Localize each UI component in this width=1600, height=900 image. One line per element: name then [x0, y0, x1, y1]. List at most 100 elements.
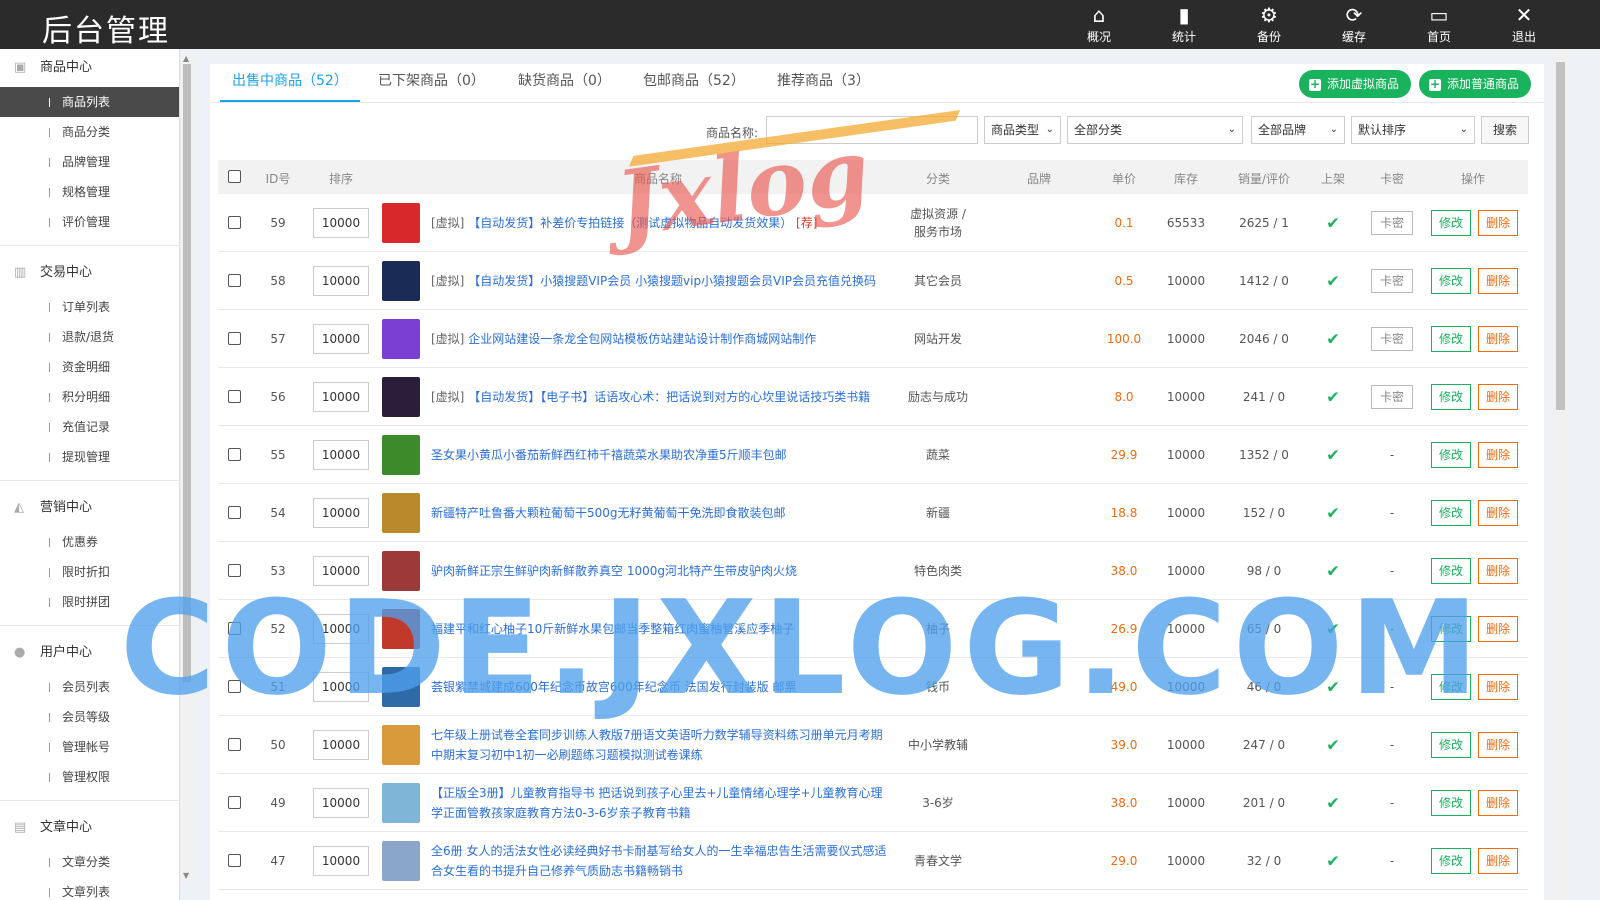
tab-free-shipping[interactable]: 包邮商品（52）: [643, 64, 745, 102]
sidebar-item-goods-category[interactable]: 商品分类: [0, 117, 179, 147]
row-checkbox[interactable]: [228, 390, 241, 403]
nav-home[interactable]: ▭ 首页: [1403, 0, 1475, 49]
delete-button[interactable]: 删除: [1478, 848, 1518, 874]
sidebar-group-trade[interactable]: ▥ 交易中心: [0, 254, 179, 292]
sort-input[interactable]: 10000: [313, 382, 369, 412]
on-shelf-check-icon[interactable]: ✔: [1318, 387, 1348, 406]
edit-button[interactable]: 修改: [1431, 732, 1471, 758]
brand-select[interactable]: 全部品牌 ⌄: [1251, 116, 1345, 144]
row-checkbox[interactable]: [228, 738, 241, 751]
sidebar-group-goods[interactable]: ▣ 商品中心: [0, 49, 179, 87]
on-shelf-check-icon[interactable]: ✔: [1318, 851, 1348, 870]
sidebar-item-funds[interactable]: 资金明细: [0, 352, 179, 382]
row-checkbox[interactable]: [228, 448, 241, 461]
goods-thumbnail[interactable]: [382, 493, 420, 533]
scroll-down-icon[interactable]: ▼: [183, 871, 189, 880]
goods-name-link[interactable]: 全6册 女人的活法女性必读经典好书卡耐基写给女人的一生幸福忠告生活需要仪式感适合…: [431, 841, 891, 881]
delete-button[interactable]: 删除: [1478, 326, 1518, 352]
nav-cache[interactable]: ⟳ 缓存: [1318, 0, 1390, 49]
sort-input[interactable]: 10000: [313, 440, 369, 470]
row-checkbox[interactable]: [228, 332, 241, 345]
tab-off-shelf[interactable]: 已下架商品（0）: [378, 64, 485, 102]
goods-name-link[interactable]: [虚拟] 企业网站建设一条龙全包网站模板仿站建站设计制作商城网站制作: [431, 329, 891, 349]
on-shelf-check-icon[interactable]: ✔: [1318, 793, 1348, 812]
sidebar-item-goods-list[interactable]: 商品列表: [0, 87, 179, 117]
goods-thumbnail[interactable]: [382, 783, 420, 823]
goods-name-link[interactable]: 七年级上册试卷全套同步训练人教版7册语文英语听力数学辅导资料练习册单元月考期中期…: [431, 725, 891, 765]
search-button[interactable]: 搜索: [1481, 116, 1529, 144]
goods-thumbnail[interactable]: [382, 203, 420, 243]
sidebar-item-recharge[interactable]: 充值记录: [0, 412, 179, 442]
edit-button[interactable]: 修改: [1431, 384, 1471, 410]
on-shelf-check-icon[interactable]: ✔: [1318, 329, 1348, 348]
sidebar-item-spec[interactable]: 规格管理: [0, 177, 179, 207]
add-virtual-goods-button[interactable]: + 添加虚拟商品: [1299, 70, 1412, 98]
sidebar-group-article[interactable]: ▤ 文章中心: [0, 809, 179, 847]
sidebar-item-brand[interactable]: 品牌管理: [0, 147, 179, 177]
on-shelf-check-icon[interactable]: ✔: [1318, 271, 1348, 290]
on-shelf-check-icon[interactable]: ✔: [1318, 213, 1348, 232]
row-checkbox[interactable]: [228, 274, 241, 287]
edit-button[interactable]: 修改: [1431, 442, 1471, 468]
delete-button[interactable]: 删除: [1478, 442, 1518, 468]
sidebar-item-points[interactable]: 积分明细: [0, 382, 179, 412]
edit-button[interactable]: 修改: [1431, 210, 1471, 236]
row-checkbox[interactable]: [228, 796, 241, 809]
goods-name-link[interactable]: [虚拟] 【自动发货】【电子书】话语攻心术：把话说到对方的心坎里说话技巧类书籍: [431, 387, 891, 407]
edit-button[interactable]: 修改: [1431, 848, 1471, 874]
tab-on-sale[interactable]: 出售中商品（52）: [220, 64, 360, 102]
delete-button[interactable]: 删除: [1478, 500, 1518, 526]
sidebar-item-permissions[interactable]: 管理权限: [0, 762, 179, 792]
category-select[interactable]: 全部分类 ⌄: [1067, 116, 1243, 144]
sidebar-item-article-list[interactable]: 文章列表: [0, 877, 179, 900]
page-scrollbar-thumb[interactable]: [1556, 62, 1565, 410]
delete-button[interactable]: 删除: [1478, 384, 1518, 410]
nav-overview[interactable]: ⌂ 概况: [1063, 0, 1135, 49]
on-shelf-check-icon[interactable]: ✔: [1318, 503, 1348, 522]
page-scrollbar[interactable]: [1553, 49, 1568, 900]
sidebar-item-admin-accounts[interactable]: 管理帐号: [0, 732, 179, 762]
nav-backup[interactable]: ⚙ 备份: [1233, 0, 1305, 49]
tab-out-of-stock[interactable]: 缺货商品（0）: [518, 64, 611, 102]
scroll-up-icon[interactable]: ▲: [183, 54, 189, 63]
sort-input[interactable]: 10000: [313, 730, 369, 760]
goods-thumbnail[interactable]: [382, 377, 420, 417]
row-checkbox[interactable]: [228, 506, 241, 519]
delete-button[interactable]: 删除: [1478, 790, 1518, 816]
key-button[interactable]: 卡密: [1371, 327, 1413, 351]
goods-name-link[interactable]: 【正版全3册】儿童教育指导书 把话说到孩子心里去+儿童情绪心理学+儿童教育心理学…: [431, 783, 891, 823]
goods-thumbnail[interactable]: [382, 841, 420, 881]
nav-logout[interactable]: ✕ 退出: [1488, 0, 1560, 49]
goods-type-select[interactable]: 商品类型 ⌄: [984, 116, 1061, 144]
key-button[interactable]: 卡密: [1371, 385, 1413, 409]
edit-button[interactable]: 修改: [1431, 500, 1471, 526]
sort-input[interactable]: 10000: [313, 208, 369, 238]
on-shelf-check-icon[interactable]: ✔: [1318, 735, 1348, 754]
sidebar-item-withdraw[interactable]: 提现管理: [0, 442, 179, 472]
goods-thumbnail[interactable]: [382, 435, 420, 475]
delete-button[interactable]: 删除: [1478, 268, 1518, 294]
goods-thumbnail[interactable]: [382, 319, 420, 359]
key-button[interactable]: 卡密: [1371, 211, 1413, 235]
goods-name-link[interactable]: [虚拟] 【自动发货】小猿搜题VIP会员 小猿搜题vip小猿搜题会员VIP会员充…: [431, 271, 891, 291]
row-checkbox[interactable]: [228, 854, 241, 867]
sort-input[interactable]: 10000: [313, 266, 369, 296]
on-shelf-check-icon[interactable]: ✔: [1318, 445, 1348, 464]
select-all-checkbox[interactable]: [228, 170, 241, 183]
sort-input[interactable]: 10000: [313, 498, 369, 528]
sidebar-scrollbar[interactable]: ▲ ▼: [180, 52, 194, 882]
sort-select[interactable]: 默认排序 ⌄: [1351, 116, 1475, 144]
tab-recommended[interactable]: 推荐商品（3）: [777, 64, 870, 102]
sort-input[interactable]: 10000: [313, 788, 369, 818]
sidebar-group-marketing[interactable]: ◭ 营销中心: [0, 489, 179, 527]
sidebar-item-refund[interactable]: 退款/退货: [0, 322, 179, 352]
add-normal-goods-button[interactable]: + 添加普通商品: [1419, 70, 1532, 98]
sidebar-item-coupon[interactable]: 优惠券: [0, 527, 179, 557]
sidebar-item-article-category[interactable]: 文章分类: [0, 847, 179, 877]
goods-name-link[interactable]: 新疆特产吐鲁番大颗粒葡萄干500g无籽黄葡萄干免洗即食散装包邮: [431, 503, 891, 523]
delete-button[interactable]: 删除: [1478, 210, 1518, 236]
goods-thumbnail[interactable]: [382, 261, 420, 301]
row-checkbox[interactable]: [228, 216, 241, 229]
edit-button[interactable]: 修改: [1431, 790, 1471, 816]
edit-button[interactable]: 修改: [1431, 268, 1471, 294]
